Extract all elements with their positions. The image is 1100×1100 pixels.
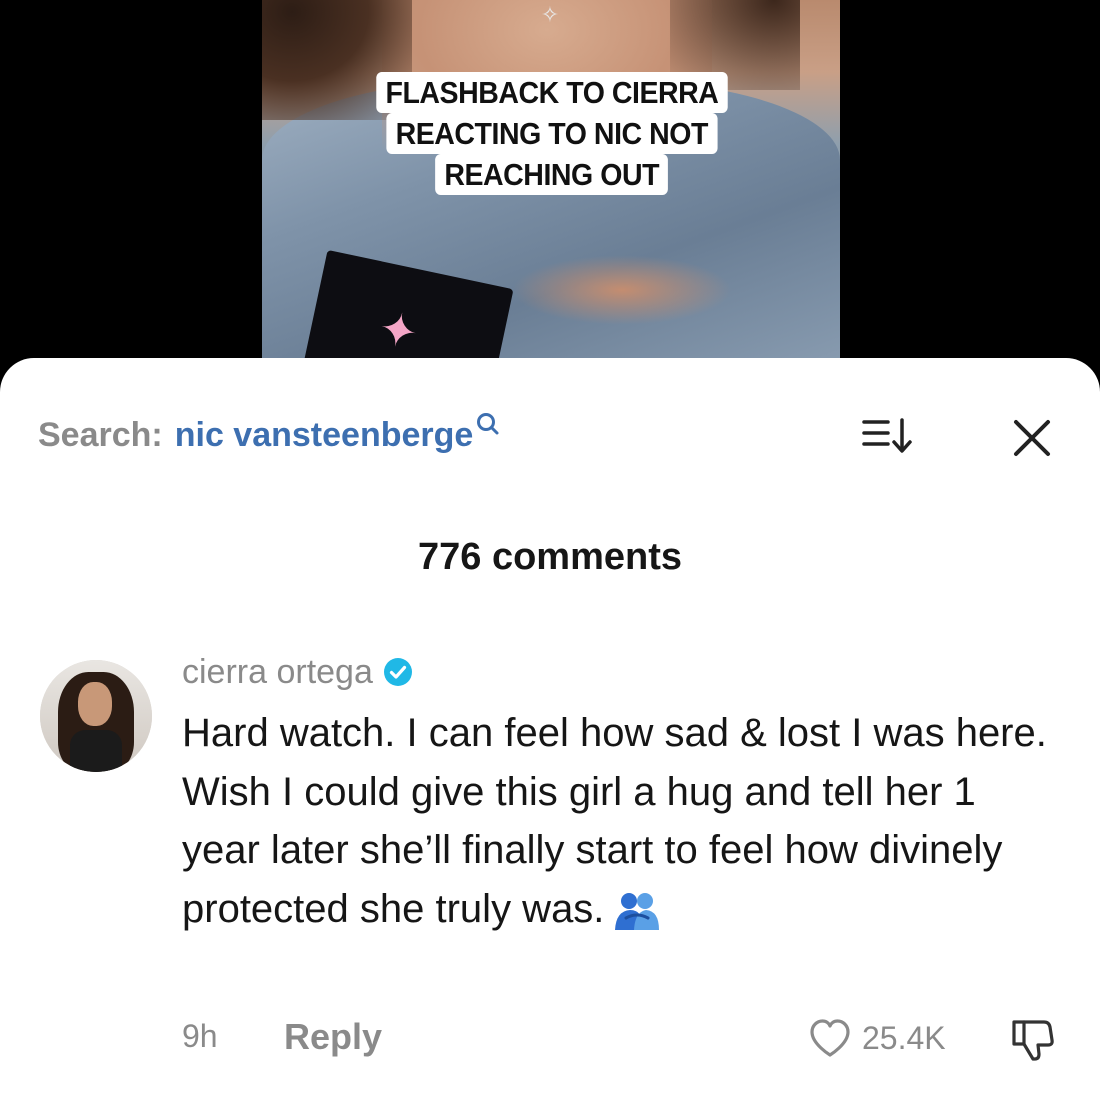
heart-icon[interactable] bbox=[808, 1018, 852, 1058]
reply-button[interactable]: Reply bbox=[284, 1016, 382, 1058]
caption-line: FLASHBACK TO CIERRA bbox=[376, 72, 728, 113]
avatar[interactable] bbox=[40, 660, 152, 772]
comment-author[interactable]: cierra ortega bbox=[182, 650, 413, 694]
dislike-icon[interactable] bbox=[1008, 1016, 1056, 1062]
video-preview[interactable]: ✦ ✧ FLASHBACK TO CIERRA REACTING TO NIC … bbox=[0, 0, 1100, 400]
sort-icon[interactable] bbox=[860, 416, 916, 456]
username[interactable]: cierra ortega bbox=[182, 653, 373, 692]
like-count: 25.4K bbox=[862, 1019, 946, 1056]
caption-line: REACHING OUT bbox=[435, 154, 669, 195]
avatar-face bbox=[78, 682, 112, 726]
video-thumbnail: ✦ ✧ bbox=[262, 0, 840, 400]
comment-time: 9h bbox=[182, 1018, 218, 1054]
search-prefix: Search: bbox=[38, 415, 163, 454]
search-suggestion[interactable]: Search: nic vansteenberge bbox=[38, 413, 501, 455]
necklace-icon: ✧ bbox=[540, 2, 560, 27]
torso-graphic bbox=[512, 255, 732, 325]
like-button[interactable]: 25.4K bbox=[808, 1016, 946, 1060]
avatar-body bbox=[70, 730, 122, 772]
verified-badge-icon bbox=[383, 658, 412, 686]
search-icon[interactable] bbox=[475, 411, 501, 441]
close-icon[interactable] bbox=[1008, 414, 1056, 462]
video-caption: FLASHBACK TO CIERRA REACTING TO NIC NOT … bbox=[338, 72, 766, 195]
comment-count: 776 comments bbox=[417, 536, 682, 578]
caption-line: REACTING TO NIC NOT bbox=[386, 113, 718, 154]
comment-body: Hard watch. I can feel how sad & lost I … bbox=[182, 704, 1062, 938]
search-term-link[interactable]: nic vansteenberge bbox=[175, 416, 474, 455]
album-logo-icon: ✦ bbox=[374, 300, 423, 360]
people-hugging-emoji bbox=[615, 892, 660, 930]
comments-sheet: Search: nic vansteenberge 776 comments c… bbox=[0, 358, 1100, 1100]
